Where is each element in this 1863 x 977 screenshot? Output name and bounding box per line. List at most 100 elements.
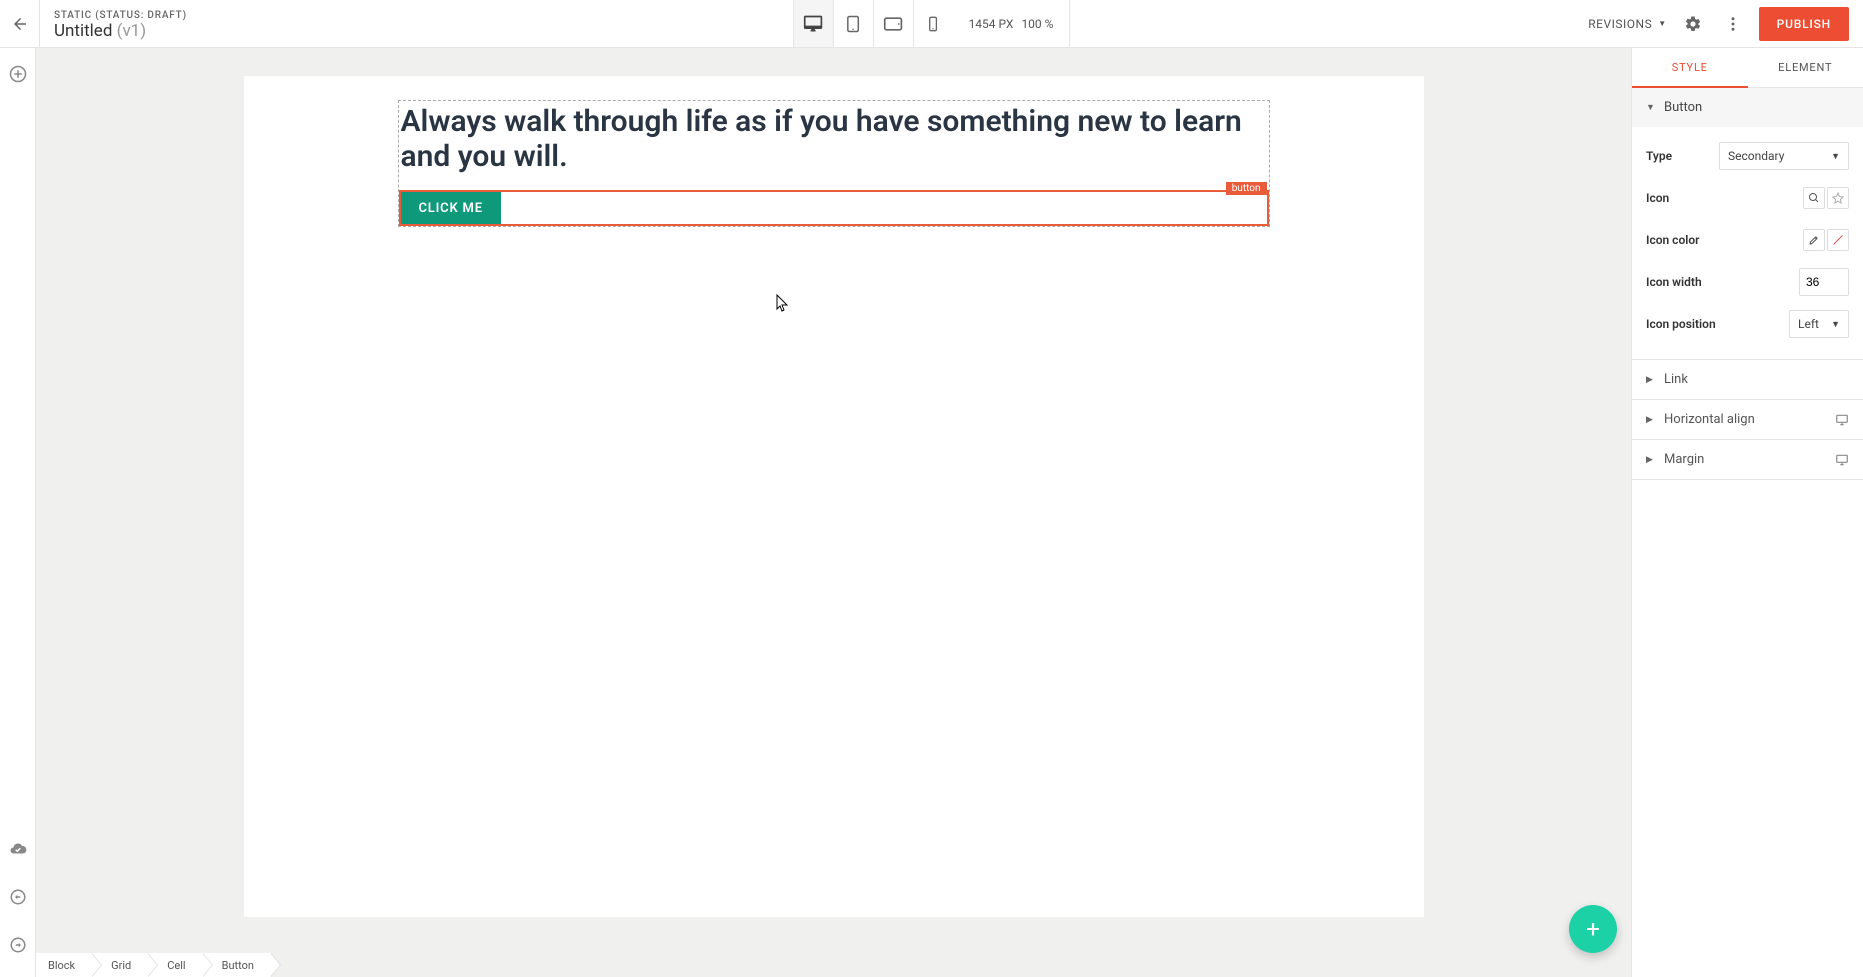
desktop-icon — [1835, 413, 1849, 427]
section-margin: ▶ Margin — [1632, 440, 1863, 480]
caret-down-icon: ▼ — [1831, 151, 1840, 162]
breadcrumb-label: Cell — [167, 959, 185, 972]
revisions-label: REVISIONS — [1588, 17, 1652, 31]
canvas-button-label: CLICK ME — [419, 201, 483, 216]
status-line: STATIC (STATUS: DRAFT) — [54, 10, 187, 21]
section-h-align-header[interactable]: ▶ Horizontal align — [1632, 400, 1863, 439]
desktop-icon — [803, 14, 823, 34]
redo-button[interactable] — [6, 933, 30, 957]
section-button-body: Type Secondary ▼ Icon — [1632, 127, 1863, 359]
caret-down-icon: ▼ — [1646, 102, 1658, 113]
star-icon — [1832, 192, 1844, 204]
tablet-portrait-icon — [844, 15, 862, 33]
tab-style[interactable]: STYLE — [1632, 48, 1748, 87]
tab-element[interactable]: ELEMENT — [1748, 48, 1863, 87]
tablet-landscape-icon — [883, 14, 903, 34]
caret-right-icon: ▶ — [1646, 375, 1658, 385]
canvas-button-row[interactable]: button CLICK ME — [399, 190, 1269, 226]
prop-label: Icon color — [1646, 233, 1699, 247]
redo-icon — [9, 936, 27, 954]
caret-down-icon: ▼ — [1658, 19, 1666, 28]
no-color-icon — [1832, 234, 1844, 246]
cloud-check-icon — [9, 840, 27, 858]
icon-width-input[interactable] — [1799, 268, 1849, 296]
publish-button[interactable]: PUBLISH — [1759, 7, 1849, 41]
status-saved-button[interactable] — [6, 837, 30, 861]
section-title: Margin — [1664, 452, 1704, 467]
type-select[interactable]: Secondary ▼ — [1719, 142, 1849, 170]
canvas-area[interactable]: Always walk through life as if you have … — [36, 48, 1631, 977]
title-version: (v1) — [117, 21, 147, 41]
desktop-icon — [1835, 453, 1849, 467]
select-value: Left — [1798, 317, 1819, 331]
device-desktop-button[interactable] — [793, 0, 833, 47]
device-tablet-landscape-button[interactable] — [873, 0, 913, 47]
cursor-icon — [776, 294, 790, 312]
section-title: Link — [1664, 372, 1688, 387]
plus-icon: + — [1586, 915, 1600, 943]
canvas-grid[interactable]: Always walk through life as if you have … — [398, 100, 1270, 227]
section-title: Horizontal align — [1664, 412, 1755, 427]
settings-button[interactable] — [1679, 10, 1707, 38]
device-switcher: 1454 PX 100 % — [793, 0, 1071, 47]
color-picker-button[interactable] — [1803, 229, 1825, 251]
zoom-pct: 100 % — [1021, 17, 1053, 31]
prop-label: Icon — [1646, 191, 1669, 205]
prop-type: Type Secondary ▼ — [1646, 135, 1849, 177]
header-right: REVISIONS ▼ PUBLISH — [1588, 0, 1863, 47]
back-button[interactable] — [0, 0, 40, 47]
breadcrumb-label: Block — [48, 959, 75, 972]
prop-icon-width: Icon width — [1646, 261, 1849, 303]
caret-right-icon: ▶ — [1646, 455, 1658, 465]
breadcrumb-label: Button — [222, 959, 254, 972]
canvas-page[interactable]: Always walk through life as if you have … — [244, 76, 1424, 917]
revisions-button[interactable]: REVISIONS ▼ — [1588, 17, 1666, 31]
breadcrumb-label: Grid — [111, 959, 131, 972]
tab-label: ELEMENT — [1778, 61, 1832, 74]
zoom-info: 1454 PX 100 % — [953, 0, 1071, 47]
prop-label: Type — [1646, 149, 1672, 163]
right-panel: STYLE ELEMENT ▼ Button Type Secondary ▼ — [1631, 48, 1863, 977]
prop-icon: Icon — [1646, 177, 1849, 219]
section-button-header[interactable]: ▼ Button — [1632, 88, 1863, 127]
search-icon — [1808, 192, 1820, 204]
section-margin-header[interactable]: ▶ Margin — [1632, 440, 1863, 479]
title-text: Untitled — [54, 21, 112, 41]
plus-circle-icon — [9, 65, 27, 83]
panel-tabs: STYLE ELEMENT — [1632, 48, 1863, 88]
prop-icon-color: Icon color — [1646, 219, 1849, 261]
section-link: ▶ Link — [1632, 360, 1863, 400]
icon-position-select[interactable]: Left ▼ — [1789, 310, 1849, 338]
section-button: ▼ Button Type Secondary ▼ Icon — [1632, 88, 1863, 360]
section-link-header[interactable]: ▶ Link — [1632, 360, 1863, 399]
add-block-button[interactable] — [6, 62, 30, 86]
device-tablet-portrait-button[interactable] — [833, 0, 873, 47]
prop-label: Icon position — [1646, 317, 1716, 331]
select-value: Secondary — [1728, 149, 1784, 163]
icon-search-button[interactable] — [1803, 187, 1825, 209]
section-title: Button — [1664, 100, 1702, 115]
page-title-block: STATIC (STATUS: DRAFT) Untitled (v1) — [40, 0, 201, 47]
breadcrumb-bar: Block Grid Cell Button — [36, 953, 270, 977]
more-button[interactable] — [1719, 10, 1747, 38]
main-wrap: Always walk through life as if you have … — [0, 48, 1863, 977]
color-none-button[interactable] — [1827, 229, 1849, 251]
caret-down-icon: ▼ — [1831, 319, 1840, 330]
tab-label: STYLE — [1672, 61, 1708, 74]
selection-tag: button — [1226, 182, 1267, 195]
canvas-heading[interactable]: Always walk through life as if you have … — [399, 101, 1269, 184]
icon-favorite-button[interactable] — [1827, 187, 1849, 209]
device-mobile-button[interactable] — [913, 0, 953, 47]
add-fab-button[interactable]: + — [1569, 905, 1617, 953]
eyedropper-icon — [1808, 234, 1820, 246]
caret-right-icon: ▶ — [1646, 415, 1658, 425]
page-title: Untitled (v1) — [54, 21, 187, 41]
gear-icon — [1684, 15, 1702, 33]
mobile-icon — [925, 16, 941, 32]
more-vertical-icon — [1724, 15, 1742, 33]
breadcrumb-block[interactable]: Block — [36, 953, 91, 977]
canvas-button[interactable]: CLICK ME — [401, 192, 501, 224]
prop-icon-position: Icon position Left ▼ — [1646, 303, 1849, 345]
top-bar: STATIC (STATUS: DRAFT) Untitled (v1) 145… — [0, 0, 1863, 48]
undo-button[interactable] — [6, 885, 30, 909]
